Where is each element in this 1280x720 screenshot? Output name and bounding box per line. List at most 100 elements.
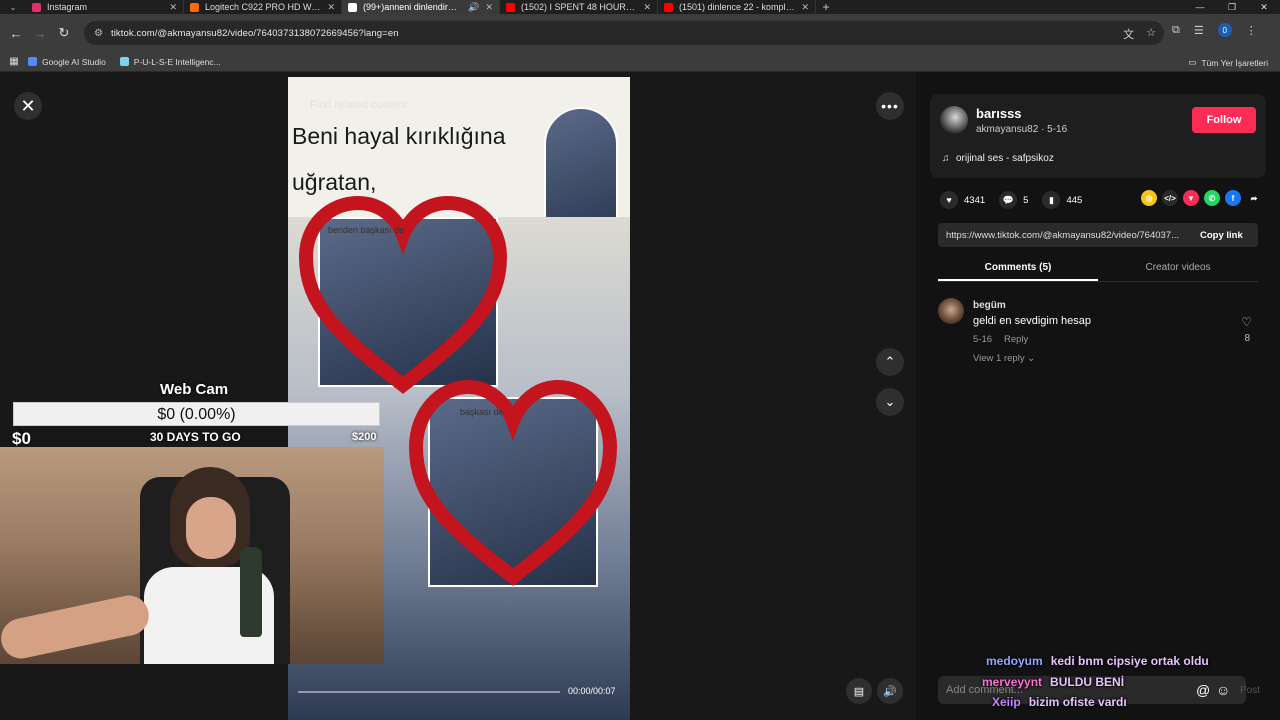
goal-title: Web Cam (160, 381, 229, 398)
coin-icon[interactable]: ◎ (1141, 190, 1157, 206)
comment-like-icon[interactable]: ♡ (1241, 315, 1252, 329)
find-related-content[interactable]: Find related content (310, 99, 407, 111)
goal-days-left: 30 DAYS TO GO (150, 430, 241, 444)
bookmark-google-ai-studio[interactable]: Google AI Studio (28, 57, 106, 67)
close-tab-icon[interactable]: ✕ (485, 2, 493, 13)
extension-icons: ⧉ ☰ 0 ⋮ (1172, 23, 1257, 37)
share-icons: ◎ </> ▼ ✆ f ➦ (1141, 190, 1262, 206)
extensions-icon[interactable]: ⧉ (1172, 24, 1180, 37)
tab-label: (1501) dinlence 22 - komplo teorisi (679, 2, 796, 12)
comment-item: begüm geldi en sevdigim hesap 5-16 Reply… (938, 296, 1258, 366)
chat-username: merveyynt (982, 675, 1043, 689)
music-title[interactable]: orijinal ses - safpsikoz (956, 153, 1054, 164)
share-link-box: https://www.tiktok.com/@akmayansu82/vide… (938, 223, 1258, 247)
tab-tiktok[interactable]: (99+)anneni dinlendirme sarkı 🔊 ✕ (342, 0, 500, 14)
author-card: barısss akmayansu82 · 5-16 Follow ♫ orij… (930, 94, 1266, 178)
details-panel: barısss akmayansu82 · 5-16 Follow ♫ orij… (916, 72, 1280, 720)
view-replies-label: View 1 reply (973, 353, 1025, 364)
volume-button[interactable]: 🔊 (877, 678, 903, 704)
commenter-avatar[interactable] (938, 298, 964, 324)
goal-progress-bar: $0 (0.00%) (13, 402, 380, 426)
emoji-icon[interactable]: ☺ (1216, 682, 1230, 698)
tab-label: (99+)anneni dinlendirme sarkı (363, 2, 462, 12)
close-tab-icon[interactable]: ✕ (643, 2, 651, 13)
close-window-icon[interactable]: ✕ (1248, 0, 1280, 14)
tab-comments[interactable]: Comments (5) (938, 256, 1098, 281)
author-meta[interactable]: akmayansu82 · 5-16 (976, 124, 1067, 135)
address-bar: ← → ↻ ⚙ tiktok.com/@akmayansu82/video/76… (0, 14, 1280, 52)
comment-button[interactable]: 💬 5 (999, 191, 1028, 209)
url-actions: 文 ☆ (1123, 26, 1156, 42)
chat-username: Xeiip (992, 695, 1021, 709)
instagram-icon (32, 2, 41, 12)
youtube-icon (664, 2, 673, 12)
restore-icon[interactable]: ❐ (1216, 0, 1248, 14)
save-button[interactable]: ▮ 445 (1042, 191, 1082, 209)
more-options-button[interactable]: ••• (876, 92, 904, 120)
embed-icon[interactable]: </> (1162, 190, 1178, 206)
overlay-text-2: başkası de (460, 407, 504, 417)
video-progress-bar[interactable] (298, 691, 560, 693)
new-tab-button[interactable]: + (816, 0, 836, 14)
post-button[interactable]: Post (1240, 685, 1260, 696)
close-tab-icon[interactable]: ✕ (327, 2, 335, 13)
next-video-button[interactable]: ⌄ (876, 388, 904, 416)
site-info-icon[interactable]: ⚙ (94, 28, 103, 39)
close-button[interactable]: ✕ (14, 92, 42, 120)
close-tab-icon[interactable]: ✕ (169, 2, 177, 13)
send-icon[interactable]: ▼ (1183, 190, 1199, 206)
share-arrow-icon[interactable]: ➦ (1246, 190, 1262, 206)
author-name[interactable]: barısss (976, 106, 1022, 121)
view-replies-button[interactable]: View 1 reply ⌄ (973, 353, 1035, 364)
panel-tabs: Comments (5) Creator videos (938, 256, 1258, 282)
picture-in-picture-button[interactable]: ▤ (846, 678, 872, 704)
tab-creator-videos[interactable]: Creator videos (1098, 256, 1258, 281)
goal-start: $0 (12, 429, 31, 448)
translate-icon[interactable]: 文 (1123, 26, 1134, 42)
webcam-feed (0, 447, 384, 664)
reload-icon[interactable]: ↻ (52, 25, 76, 41)
menu-icon[interactable]: ⋮ (1246, 24, 1257, 37)
media-icon[interactable]: ☰ (1194, 24, 1204, 37)
profile-avatar[interactable]: 0 (1217, 23, 1232, 37)
share-link-url[interactable]: https://www.tiktok.com/@akmayansu82/vide… (946, 230, 1190, 241)
audio-icon[interactable]: 🔊 (468, 2, 479, 13)
previous-video-button[interactable]: ⌃ (876, 348, 904, 376)
tab-instagram[interactable]: Instagram ✕ (26, 0, 184, 14)
ai-studio-icon (28, 57, 37, 66)
comment-count: 5 (1023, 194, 1029, 206)
chat-message: Xeiip bizim ofiste vardı (992, 695, 1127, 709)
chat-message: medoyum kedi bnm cipsiye ortak oldu (986, 654, 1209, 668)
tab-search-icon[interactable]: ⌄ (0, 0, 26, 14)
author-avatar[interactable] (940, 106, 968, 134)
tab-logitech[interactable]: Logitech C922 PRO HD Web Kamerası ✕ (184, 0, 342, 14)
apps-grid-icon[interactable]: ▦ (0, 56, 28, 67)
follow-button[interactable]: Follow (1192, 107, 1256, 133)
whatsapp-icon[interactable]: ✆ (1204, 190, 1220, 206)
close-tab-icon[interactable]: ✕ (801, 2, 809, 13)
tab-youtube-2[interactable]: (1501) dinlence 22 - komplo teorisi ✕ (658, 0, 816, 14)
reply-button[interactable]: Reply (1004, 334, 1028, 345)
bookmark-label: Google AI Studio (42, 56, 106, 67)
all-bookmarks[interactable]: ▭ Tüm Yer İşaretleri (1188, 57, 1268, 68)
bookmark-pulse[interactable]: P-U-L-S-E Intelligenc... (119, 57, 221, 67)
back-icon[interactable]: ← (4, 26, 28, 41)
bookmark-star-icon[interactable]: ☆ (1146, 26, 1156, 42)
tab-youtube-1[interactable]: (1502) I SPENT 48 HOURS UNDER ✕ (500, 0, 658, 14)
bookmark-icon: ▮ (1042, 191, 1061, 209)
store-icon (190, 2, 199, 12)
pulse-icon (119, 57, 129, 66)
minimize-icon[interactable]: — (1184, 0, 1216, 14)
bookmarks-bar: ▦ Google AI Studio P-U-L-S-E Intelligenc… (0, 52, 1280, 72)
forward-icon[interactable]: → (28, 26, 52, 41)
folder-icon: ▭ (1188, 57, 1197, 67)
goal-target: $200 (352, 431, 377, 443)
facebook-icon[interactable]: f (1225, 190, 1241, 206)
copy-link-button[interactable]: Copy link (1200, 230, 1243, 241)
mention-icon[interactable]: @ (1196, 682, 1210, 698)
like-button[interactable]: ♥ 4341 (940, 191, 985, 209)
comment-date: 5-16 (973, 334, 993, 345)
url-text[interactable]: tiktok.com/@akmayansu82/video/7640373138… (111, 28, 399, 39)
url-field[interactable]: ⚙ tiktok.com/@akmayansu82/video/76403731… (84, 21, 1164, 45)
commenter-name[interactable]: begüm (973, 300, 1006, 311)
